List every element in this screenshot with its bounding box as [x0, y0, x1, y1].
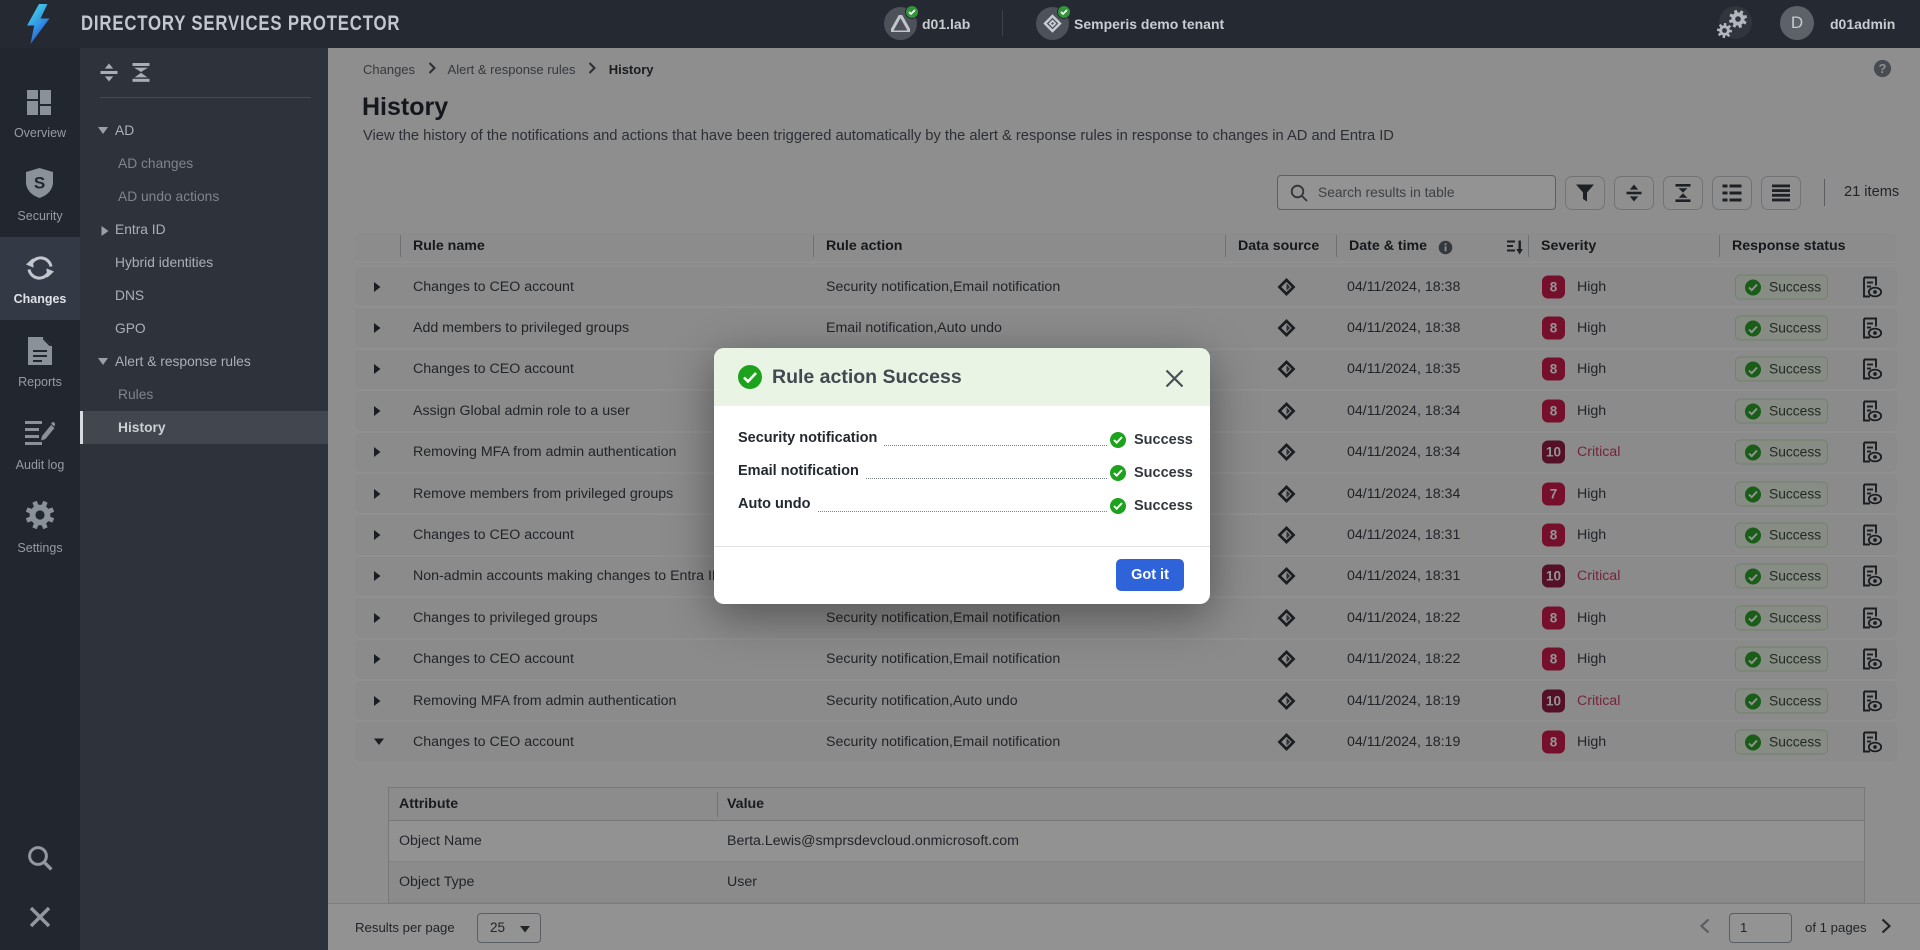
svg-text:S: S: [34, 174, 45, 193]
